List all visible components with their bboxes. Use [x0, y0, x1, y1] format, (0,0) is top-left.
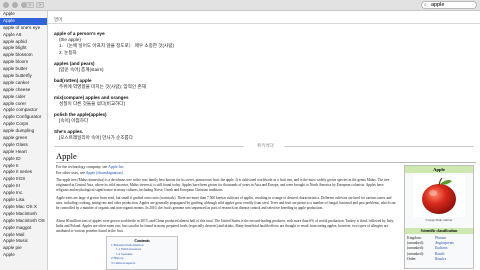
sidebar-item[interactable]: apple cheese: [0, 87, 47, 94]
sidebar-item[interactable]: Apple compactor: [0, 107, 47, 114]
sidebar-item[interactable]: Apple maggot: [0, 225, 47, 232]
sidebar-item[interactable]: Apple Mac OS X: [0, 204, 47, 211]
sidebar-item[interactable]: apple green: [0, 135, 47, 142]
hatnote: For the technology company, see Apple In…: [56, 165, 125, 169]
sidebar-item[interactable]: apple bloom: [0, 59, 47, 66]
entry-headword: bad(rotten) apple: [54, 78, 92, 83]
search-field[interactable]: ⌕ apple: [421, 1, 477, 9]
apple-image[interactable]: [413, 175, 465, 217]
forward-button[interactable]: ›: [36, 2, 44, 8]
classification-row: Order: Rosales: [407, 257, 471, 262]
sidebar-item[interactable]: Apple Mail: [0, 232, 47, 239]
entry-definition: 1. 〔눈에 넣어도 아프지 않을 정도로〕 매우 소중한 것(사람): [59, 43, 175, 48]
sidebar-item[interactable]: Apple Glass: [0, 142, 47, 149]
wiki-section-label: 위키백과: [256, 143, 274, 148]
sidebar-item[interactable]: Apple Inc.: [0, 190, 47, 197]
sidebar-item[interactable]: Apple Music: [0, 238, 47, 245]
article-paragraph: About 80 million tons of apples were gro…: [56, 219, 394, 233]
entry-headword: mix(compare) apples and oranges: [54, 95, 129, 100]
sidebar-item[interactable]: Apple II series: [0, 169, 47, 176]
sidebar-item[interactable]: Apple Macintosh: [0, 211, 47, 218]
table-of-contents: Contents 1 Botanical information 1.1 Wild…: [106, 236, 178, 270]
article-paragraph: Apple trees are large if grown from seed…: [56, 196, 396, 210]
sidebar-item[interactable]: apple corer: [0, 101, 47, 108]
search-input[interactable]: apple: [431, 2, 444, 8]
sidebar-item[interactable]: Apple: [0, 11, 47, 18]
sidebar-item[interactable]: apple of one's eye: [0, 25, 47, 32]
sidebar-item[interactable]: Apple: [0, 17, 47, 25]
sidebar-item[interactable]: apple aphid: [0, 39, 47, 46]
entry-headword: apple of a person's eye: [54, 31, 105, 36]
classification-rows: Kingdom: Plantae (unranked): Angiosperms (un…: [407, 236, 471, 262]
sidebar-item[interactable]: apple blight: [0, 45, 47, 52]
sidebar-item[interactable]: Apple II: [0, 163, 47, 170]
infobox: Apple 'Cripps Pink' cultivar Scientific …: [404, 165, 474, 269]
search-icon: ⌕: [424, 2, 427, 8]
sidebar-item[interactable]: Apple III: [0, 183, 47, 190]
sidebar-item[interactable]: Apple ID: [0, 156, 47, 163]
contents-item[interactable]: 3 Cultural aspects: [107, 261, 177, 265]
entry-headword: She's apples.: [54, 129, 84, 134]
sidebar-item[interactable]: Apple IIGS: [0, 176, 47, 183]
hatnote-link[interactable]: Apple Inc.: [108, 165, 124, 169]
main-content: 영어 apple of a person's eye (the apple) 1. …: [48, 11, 480, 270]
sidebar: Apple Apple apple of one's eye Apple A6 appl…: [0, 11, 48, 270]
sidebar-item[interactable]: apple butterfly: [0, 73, 47, 80]
infobox-subtitle: Scientific classification: [405, 228, 473, 234]
sidebar-item[interactable]: apple pie: [0, 245, 47, 252]
window-titlebar: ‹ › ⌕ apple: [0, 0, 480, 11]
title-underline: [56, 162, 476, 163]
minimize-window-button[interactable]: [12, 2, 18, 8]
sidebar-item[interactable]: Apple Lisa: [0, 197, 47, 204]
sidebar-item[interactable]: apple cider: [0, 94, 47, 101]
history-nav: ‹ ›: [26, 2, 44, 8]
sidebar-item[interactable]: Apple Configurator: [0, 114, 47, 121]
dictionary-entries: apple of a person's eye (the apple) 1. 〔눈에…: [54, 29, 474, 144]
infobox-title: Apple: [405, 166, 473, 173]
window-controls: [3, 2, 27, 8]
classification-value[interactable]: Rosales: [435, 257, 446, 262]
sidebar-item-footer[interactable]: Apple: [0, 252, 47, 259]
sidebar-item[interactable]: apple dumpling: [0, 128, 47, 135]
sidebar-item[interactable]: apple Heart: [0, 149, 47, 156]
close-window-button[interactable]: [3, 2, 9, 8]
sidebar-item[interactable]: apple blossom: [0, 52, 47, 59]
article-paragraph: The apple tree (Malus domestica) is a de…: [56, 178, 390, 192]
wiki-section-divider: 위키백과: [54, 143, 474, 149]
sidebar-item[interactable]: Apple A6: [0, 32, 47, 39]
infobox-caption: 'Cripps Pink' cultivar: [425, 218, 453, 222]
back-button[interactable]: ‹: [26, 2, 34, 8]
article-title: Apple: [56, 151, 77, 161]
entry-headword: apples (and pears): [54, 61, 95, 66]
hatnote: For other uses, see Apple (disambiguatio…: [56, 171, 124, 175]
sidebar-item[interactable]: apple butter: [0, 66, 47, 73]
divider: [54, 146, 244, 147]
entry-headword: polish the apple(apples): [54, 112, 107, 117]
hatnote-link[interactable]: Apple (disambiguation): [86, 171, 123, 175]
entry-definition: (the apple): [59, 37, 81, 42]
sidebar-item[interactable]: Apple Corps: [0, 121, 47, 128]
divider: [284, 146, 474, 147]
sidebar-item[interactable]: apple canker: [0, 80, 47, 87]
classification-rank: Order:: [407, 256, 417, 261]
sidebar-item[interactable]: Apple Macintosh OS: [0, 218, 47, 225]
divider: [48, 23, 480, 24]
